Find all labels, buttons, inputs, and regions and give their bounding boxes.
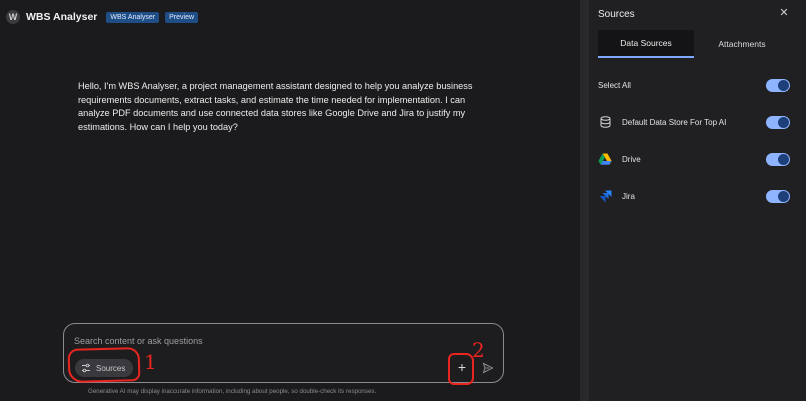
source-tabs: Data Sources Attachments	[598, 30, 790, 58]
agent-badge: WBS Analyser	[106, 11, 160, 23]
tab-data-sources[interactable]: Data Sources	[598, 30, 694, 58]
search-input[interactable]	[74, 336, 474, 346]
app-avatar: W	[6, 10, 20, 24]
source-label-drive: Drive	[622, 154, 641, 164]
send-icon[interactable]	[482, 362, 494, 374]
select-all-label: Select All	[598, 80, 631, 90]
source-row-jira: Jira	[598, 186, 790, 206]
sources-panel: Sources ✕ Data Sources Attachments Selec…	[589, 0, 806, 401]
tab-attachments[interactable]: Attachments	[694, 30, 790, 58]
annotation-number-2: 2	[472, 338, 485, 362]
ai-disclaimer: Generative AI may display inaccurate inf…	[88, 388, 377, 395]
chat-area: W WBS Analyser WBS Analyser Preview Hell…	[0, 0, 580, 401]
panel-divider	[580, 0, 589, 401]
source-row-drive: Drive	[598, 149, 790, 169]
panel-title: Sources	[598, 9, 635, 20]
annotation-circle-plus	[448, 353, 474, 385]
close-icon[interactable]: ✕	[778, 6, 790, 19]
source-label-default-data-store: Default Data Store For Top AI	[622, 117, 727, 127]
select-all-toggle[interactable]	[766, 78, 790, 92]
jira-icon	[598, 189, 612, 203]
source-label-jira: Jira	[622, 191, 635, 201]
select-all-row: Select All	[598, 75, 790, 95]
app-title: WBS Analyser	[26, 11, 98, 23]
database-icon	[598, 115, 612, 129]
assistant-message: Hello, I'm WBS Analyser, a project manag…	[78, 81, 473, 132]
google-drive-icon	[598, 152, 612, 166]
preview-badge: Preview	[165, 11, 199, 23]
default-data-store-toggle[interactable]	[766, 115, 790, 129]
annotation-number-1: 1	[144, 350, 157, 374]
app-header: W WBS Analyser WBS Analyser Preview	[6, 10, 199, 24]
annotation-circle-sources	[67, 347, 141, 383]
drive-toggle[interactable]	[766, 152, 790, 166]
source-row-default-data-store: Default Data Store For Top AI	[598, 112, 790, 132]
jira-toggle[interactable]	[766, 189, 790, 203]
